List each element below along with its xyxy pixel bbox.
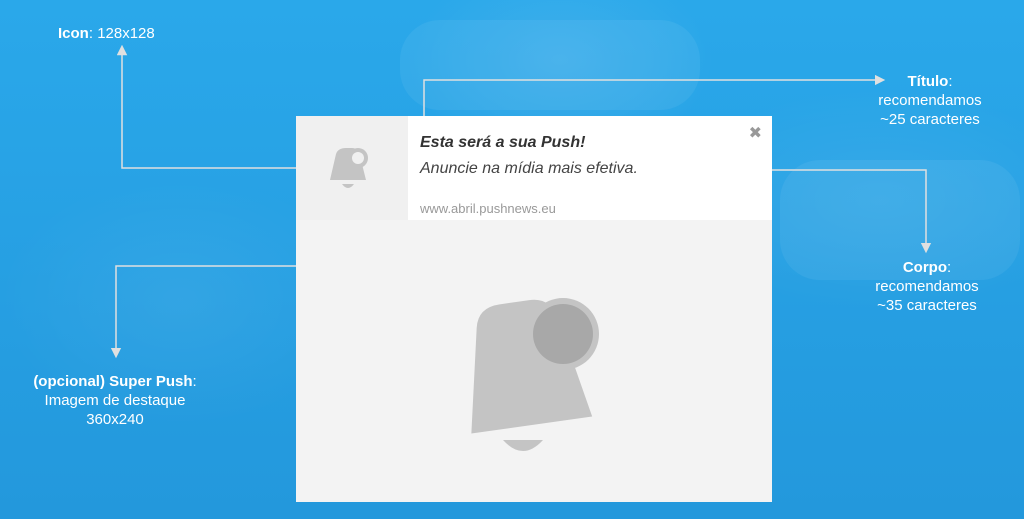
bell-placeholder-icon	[330, 148, 368, 188]
superpush-label: (opcional) Super Push: Imagem de destaqu…	[10, 372, 220, 429]
titulo-label-line2: ~25 caracteres	[880, 111, 980, 128]
superpush-label-name: (opcional) Super Push	[33, 373, 193, 390]
notification-body: Anuncie na mídia mais efetiva.	[420, 160, 638, 177]
icon-label: Icon: 128x128	[58, 25, 155, 42]
corpo-label-name: Corpo	[902, 259, 947, 276]
super-push-image	[296, 220, 772, 502]
notification-header: Esta será a sua Push! Anuncie na mídia m…	[296, 116, 772, 220]
notification-title: Esta será a sua Push!	[420, 134, 586, 151]
superpush-annotation-line	[110, 265, 322, 359]
notification-icon	[296, 116, 408, 220]
titulo-label-name: Título	[907, 73, 949, 90]
icon-annotation-line	[116, 44, 320, 169]
bell-placeholder-icon	[471, 298, 599, 451]
corpo-label-line1: recomendamos	[875, 278, 979, 295]
corpo-label-line2: ~35 caracteres	[877, 297, 977, 314]
titulo-label-line1: recomendamos	[878, 92, 982, 109]
superpush-label-line1: Imagem de destaque	[44, 392, 186, 409]
close-icon[interactable]: ✖	[749, 126, 762, 142]
icon-label-name: Icon	[58, 25, 89, 42]
titulo-label: Título: recomendamos ~25 caracteres	[855, 72, 1005, 129]
push-notification-preview: Esta será a sua Push! Anuncie na mídia m…	[296, 116, 772, 502]
corpo-label: Corpo: recomendamos ~35 caracteres	[852, 258, 1002, 315]
notification-url: www.abril.pushnews.eu	[420, 201, 556, 216]
icon-label-detail: 128x128	[97, 25, 155, 42]
superpush-label-line2: 360x240	[86, 411, 144, 428]
